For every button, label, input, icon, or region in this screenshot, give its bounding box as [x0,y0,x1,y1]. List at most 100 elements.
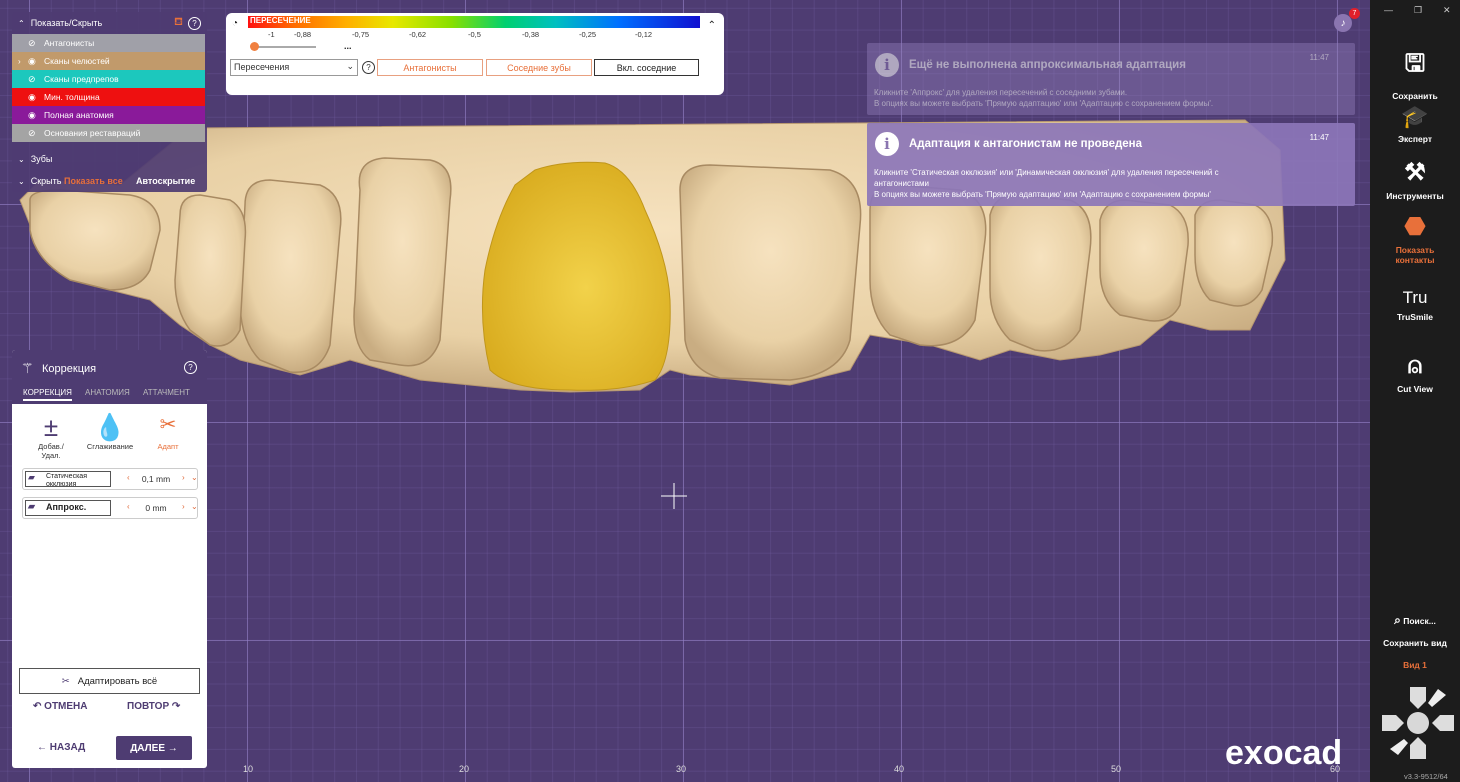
decrease-arrow-icon[interactable]: ‹ [127,473,130,482]
tab-correction[interactable]: КОРРЕКЦИЯ [23,388,72,401]
adjacent-teeth-button[interactable]: Соседние зубы [486,59,592,76]
close-icon[interactable]: ✕ [1443,5,1451,16]
cut-view-button[interactable]: ⍝ Cut View [1370,352,1460,394]
help-icon[interactable]: ? [362,61,375,74]
notification-text: Кликните 'Статическая окклюзия' или 'Дин… [874,168,1219,177]
tools-button[interactable]: ⚒ Инструменты [1370,158,1460,201]
view-top-icon[interactable] [1410,687,1426,709]
chevron-down-icon[interactable]: ⌄ [18,177,25,186]
eye-off-icon[interactable]: ⊘ [28,128,44,139]
eye-icon[interactable]: ◉ [28,110,44,121]
help-icon[interactable]: ? [188,16,201,30]
view-diagonal-icon[interactable] [1390,739,1408,755]
adapt-tool[interactable]: ✂ Адапт [147,412,189,451]
redo-button[interactable]: ПОВТОР ↷ [127,701,180,712]
antagonists-button[interactable]: Антагонисты [377,59,483,76]
undo-button[interactable]: ↶ ОТМЕНА [33,701,88,712]
axis-label: 40 [894,764,905,774]
scale-tick: -0,88 [294,30,312,39]
threshold-slider[interactable] [250,42,316,51]
chevron-right-icon[interactable]: › [18,57,28,66]
notification-approx[interactable]: i Ещё не выполнена аппроксимальная адапт… [867,43,1355,115]
layer-restoration-bases[interactable]: ⊘ Основания реставраций [12,124,205,142]
include-adjacent-button[interactable]: Вкл. соседние [594,59,699,76]
filter-icon[interactable]: ⛾ [174,16,183,30]
eye-icon[interactable]: ◉ [28,92,44,103]
back-button[interactable]: ← НАЗАД [37,742,85,753]
decrease-arrow-icon[interactable]: ‹ [127,502,130,511]
approx-button[interactable]: ▰ Аппрокс. [25,500,111,516]
show-contacts-button[interactable]: ⬣ Показать контакты [1370,212,1460,265]
view-left-icon[interactable] [1382,715,1404,731]
param-value[interactable]: 0,1 mm [131,474,181,484]
notification-antagonist[interactable]: i Адаптация к антагонистам не проведена … [867,123,1355,206]
tool-label: Добав./ [38,442,64,451]
smoothing-tool[interactable]: 💧 Сглаживание [82,412,138,451]
layer-label: Сканы челюстей [44,56,110,66]
eye-off-icon[interactable]: ⊘ [28,38,44,49]
search-label: Поиск... [1403,616,1436,626]
view-diagonal-icon[interactable] [1428,689,1446,707]
param-label: Статическая окклюзия [46,473,87,488]
auto-hide-button[interactable]: Автоскрытие [136,176,195,186]
chevron-up-icon[interactable]: ⌃ [18,19,25,28]
correction-panel: ⚚ Коррекция ? КОРРЕКЦИЯ АНАТОМИЯ АТТАЧМЕ… [12,350,207,768]
layer-min-thickness[interactable]: ◉ Мин. толщина [12,88,205,106]
increase-arrow-icon[interactable]: › [182,473,185,482]
back-label: НАЗАД [49,742,86,753]
eye-off-icon[interactable]: ⊘ [28,74,44,85]
hidden-group[interactable]: ⌄ Скрыть Показать все Автоскрытие [12,170,207,192]
next-button[interactable]: ДАЛЕЕ → [116,736,192,760]
scale-tick: -1 [268,30,275,39]
trusmile-button[interactable]: Tru TruSmile [1370,288,1460,322]
layer-prep-scans[interactable]: ⊘ Сканы предпрепов [12,70,205,88]
save-view-button[interactable]: Сохранить вид [1370,638,1460,648]
layer-label: Мин. толщина [44,92,100,102]
axis-label: 50 [1111,764,1122,774]
layer-jaw-scans[interactable]: › ◉ Сканы челюстей [12,52,205,70]
scale-tick: -0,5 [468,30,481,39]
help-icon[interactable]: ? [184,361,197,374]
chevron-down-icon[interactable]: ⌄ [18,155,25,164]
intersection-mode-select[interactable]: Пересечения ⌄ [230,59,358,76]
view-right-icon[interactable] [1432,715,1454,731]
sidebar-label: Инструменты [1386,191,1444,201]
view-navigation-cube[interactable] [1380,685,1456,761]
layer-full-anatomy[interactable]: ◉ Полная анатомия [12,106,205,124]
cursor-crosshair-icon [661,483,687,509]
plus-minus-icon: ± [43,412,59,442]
save-button[interactable]: 🖫 Сохранить [1370,46,1460,101]
add-remove-tool[interactable]: ± Добав./ Удал. [30,412,72,460]
adapt-all-button[interactable]: ✂ Адаптировать всё [19,668,200,694]
show-all-button[interactable]: Показать все [64,176,123,186]
view-bottom-icon[interactable] [1410,737,1426,759]
chevron-up-icon[interactable]: ⌃ [708,20,716,31]
hidden-label: Скрыть [30,176,62,186]
slider-knob[interactable] [250,42,259,51]
chevron-down-icon[interactable]: ⌄ [191,473,198,482]
param-label: Аппрокс. [46,502,87,512]
restore-icon[interactable]: ❐ [1414,5,1422,16]
tab-attachment[interactable]: АТТАЧМЕНТ [143,388,190,397]
head-icon[interactable] [1407,712,1429,734]
view-1-button[interactable]: Вид 1 [1370,660,1460,670]
show-hide-header[interactable]: ⌃ Показать/Скрыть ⛾ ? [12,12,207,34]
layer-antagonists[interactable]: ⊘ Антагонисты [12,34,205,52]
static-occlusion-button[interactable]: ▰ Статическая окклюзия [25,471,111,488]
minimize-icon[interactable]: — [1384,5,1393,15]
eye-icon[interactable]: ◉ [28,56,44,67]
expert-button[interactable]: 🎓 Эксперт [1370,104,1460,144]
layer-label: Полная анатомия [44,110,114,120]
chevron-down-icon[interactable]: ⌄ [191,502,198,511]
teeth-group[interactable]: ⌄ Зубы [12,148,207,170]
show-hide-panel: ⌃ Показать/Скрыть ⛾ ? ⊘ Антагонисты › ◉ С… [12,12,207,192]
sidebar-label: Показать [1395,245,1435,255]
search-button[interactable]: ⌕ Поиск... [1370,613,1460,628]
redo-label: ПОВТОР [127,701,170,712]
scale-tick: -0,75 [352,30,370,39]
increase-arrow-icon[interactable]: › [182,502,185,511]
sidebar-label: Эксперт [1397,134,1433,144]
tab-anatomy[interactable]: АНАТОМИЯ [85,388,130,397]
param-value[interactable]: 0 mm [131,503,181,513]
intersection-toolbar: ◔ ПЕРЕСЕЧЕНИЕ ⌃ -1 -0,88 -0,75 -0,62 -0,… [226,13,724,95]
